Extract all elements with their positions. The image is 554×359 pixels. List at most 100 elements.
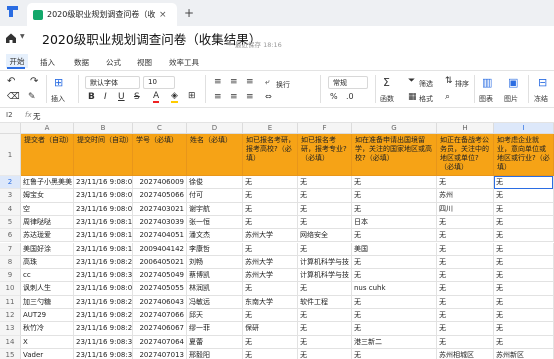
table-cell[interactable]: 23/11/16 9:08:06 [74,202,133,216]
table-cell[interactable]: 2027407013 [133,348,187,359]
table-cell[interactable]: 徐俊 [187,176,243,190]
row-header[interactable]: 14 [0,335,21,349]
table-cell[interactable]: 23/11/16 9:08:12 [74,215,133,230]
table-cell[interactable]: 2027406067 [133,322,187,336]
table-cell[interactable]: 苏州大学 [243,269,298,283]
align-center-icon[interactable]: ≡ [230,93,238,102]
sort-button[interactable]: 排序 [455,79,469,89]
table-cell[interactable]: 2027405066 [133,189,187,203]
table-cell[interactable]: X [21,335,74,349]
row-header[interactable]: 5 [0,215,21,230]
table-cell[interactable]: 无 [352,176,437,190]
paint-format-icon[interactable]: ⌫ [7,93,20,102]
table-cell[interactable]: 23/11/16 9:08:33 [74,269,133,283]
table-cell[interactable]: 冯敏远 [187,295,243,309]
column-title-cell[interactable]: 如已报名考研，报考高校?（必填） [243,134,298,176]
image-button[interactable]: 图片 [504,94,518,104]
align-middle-icon[interactable]: ≡ [230,78,238,87]
functions-button[interactable]: 函数 [380,94,394,104]
table-cell[interactable]: 蔡博凯 [187,269,243,283]
decimal-icon[interactable]: .0 [346,93,354,101]
table-cell[interactable]: 保研 [243,322,298,336]
table-cell[interactable]: 姆宝女 [21,189,74,203]
align-left-icon[interactable]: ≡ [214,93,222,102]
find-icon[interactable]: ⌕ [445,93,450,102]
column-header-f[interactable]: F [298,123,352,134]
table-cell[interactable]: 东南大学 [243,295,298,309]
format-button[interactable]: 格式 [419,94,433,104]
number-format-select[interactable]: 常规 [328,76,368,89]
table-cell[interactable]: 苏州 [437,189,494,203]
table-cell[interactable]: 无 [437,229,494,243]
table-cell[interactable]: 2006405021 [133,255,187,270]
undo-icon[interactable]: ↶ [7,77,15,87]
font-color-icon[interactable]: A [153,92,160,103]
column-header-i[interactable]: I [494,123,554,134]
align-bottom-icon[interactable]: ≡ [246,78,254,87]
row-header[interactable]: 4 [0,202,21,216]
table-cell[interactable]: 无 [298,282,352,296]
table-cell[interactable]: 无 [352,202,437,216]
column-title-cell[interactable]: 如已报名考研，报考专业?（必填） [298,134,352,176]
select-all-corner[interactable] [0,123,21,134]
table-cell[interactable]: 无 [298,176,352,190]
align-top-icon[interactable]: ≡ [214,78,222,87]
table-cell[interactable]: 谢宇航 [187,202,243,216]
table-cell[interactable]: 2027405055 [133,282,187,296]
fill-color-icon[interactable]: ◈ [171,92,178,103]
format-icon[interactable]: ▦ [408,93,417,102]
table-cell[interactable]: 无 [298,322,352,336]
column-header-d[interactable]: D [187,123,243,134]
row-header[interactable]: 6 [0,229,21,243]
table-cell[interactable]: 邢毅阳 [187,348,243,359]
app-logo-icon[interactable] [5,4,20,19]
table-cell[interactable]: 苏达珑爱 [21,229,74,243]
column-title-cell[interactable]: 如正在备战考公务员，关注中的地区或单位?（必填） [437,134,494,176]
table-cell[interactable]: 无 [437,295,494,309]
table-cell[interactable]: 无 [494,229,554,243]
table-cell[interactable]: 日本 [352,215,437,230]
new-tab-button[interactable]: + [184,6,194,20]
column-header-c[interactable]: C [133,123,187,134]
table-cell[interactable]: 付可 [187,189,243,203]
wrap-icon[interactable]: ⤶ [265,78,269,86]
table-cell[interactable]: 无 [437,335,494,349]
table-cell[interactable]: 无 [494,215,554,230]
table-cell[interactable]: 23/11/16 9:08:27 [74,309,133,323]
underline-icon[interactable]: U [118,93,125,102]
table-cell[interactable]: 无 [437,242,494,256]
merge-cells-icon[interactable]: ⇔ [265,93,272,101]
home-icon[interactable] [4,30,18,44]
column-title-cell[interactable]: 提交者（自动） [21,134,74,176]
table-cell[interactable]: 四川 [437,202,494,216]
table-cell[interactable]: 23/11/16 9:08:05 [74,176,133,190]
table-cell[interactable]: 无 [298,189,352,203]
column-header-e[interactable]: E [243,123,298,134]
align-right-icon[interactable]: ≡ [246,93,254,102]
image-icon[interactable]: ▣ [508,77,518,88]
table-cell[interactable]: 无 [243,176,298,190]
table-cell[interactable]: 无 [437,269,494,283]
row-header[interactable]: 1 [0,134,21,176]
table-cell[interactable]: 无 [437,255,494,270]
table-cell[interactable]: 无 [243,242,298,256]
table-cell[interactable]: 美国好涂 [21,242,74,256]
menu-formula[interactable]: 公式 [106,57,121,68]
table-cell[interactable]: 2027405049 [133,269,187,283]
table-cell[interactable]: 23/11/16 9:08:07 [74,282,133,296]
table-cell[interactable]: 无 [494,309,554,323]
table-cell[interactable]: 无 [437,215,494,230]
table-cell[interactable]: 无 [298,309,352,323]
table-cell[interactable]: 林润凯 [187,282,243,296]
table-cell[interactable]: 无 [437,176,494,190]
table-cell[interactable]: 邱天 [187,309,243,323]
table-cell[interactable]: 无 [352,322,437,336]
formula-input[interactable]: 无 [33,111,41,122]
row-header[interactable]: 3 [0,189,21,203]
chevron-down-icon[interactable]: ▼ [20,33,25,40]
table-cell[interactable]: 苏州大学 [243,255,298,270]
table-cell[interactable]: 无 [298,348,352,359]
table-cell[interactable]: 刘畅 [187,255,243,270]
percent-icon[interactable]: % [330,93,338,101]
table-cell[interactable]: 周律哒哒 [21,215,74,230]
